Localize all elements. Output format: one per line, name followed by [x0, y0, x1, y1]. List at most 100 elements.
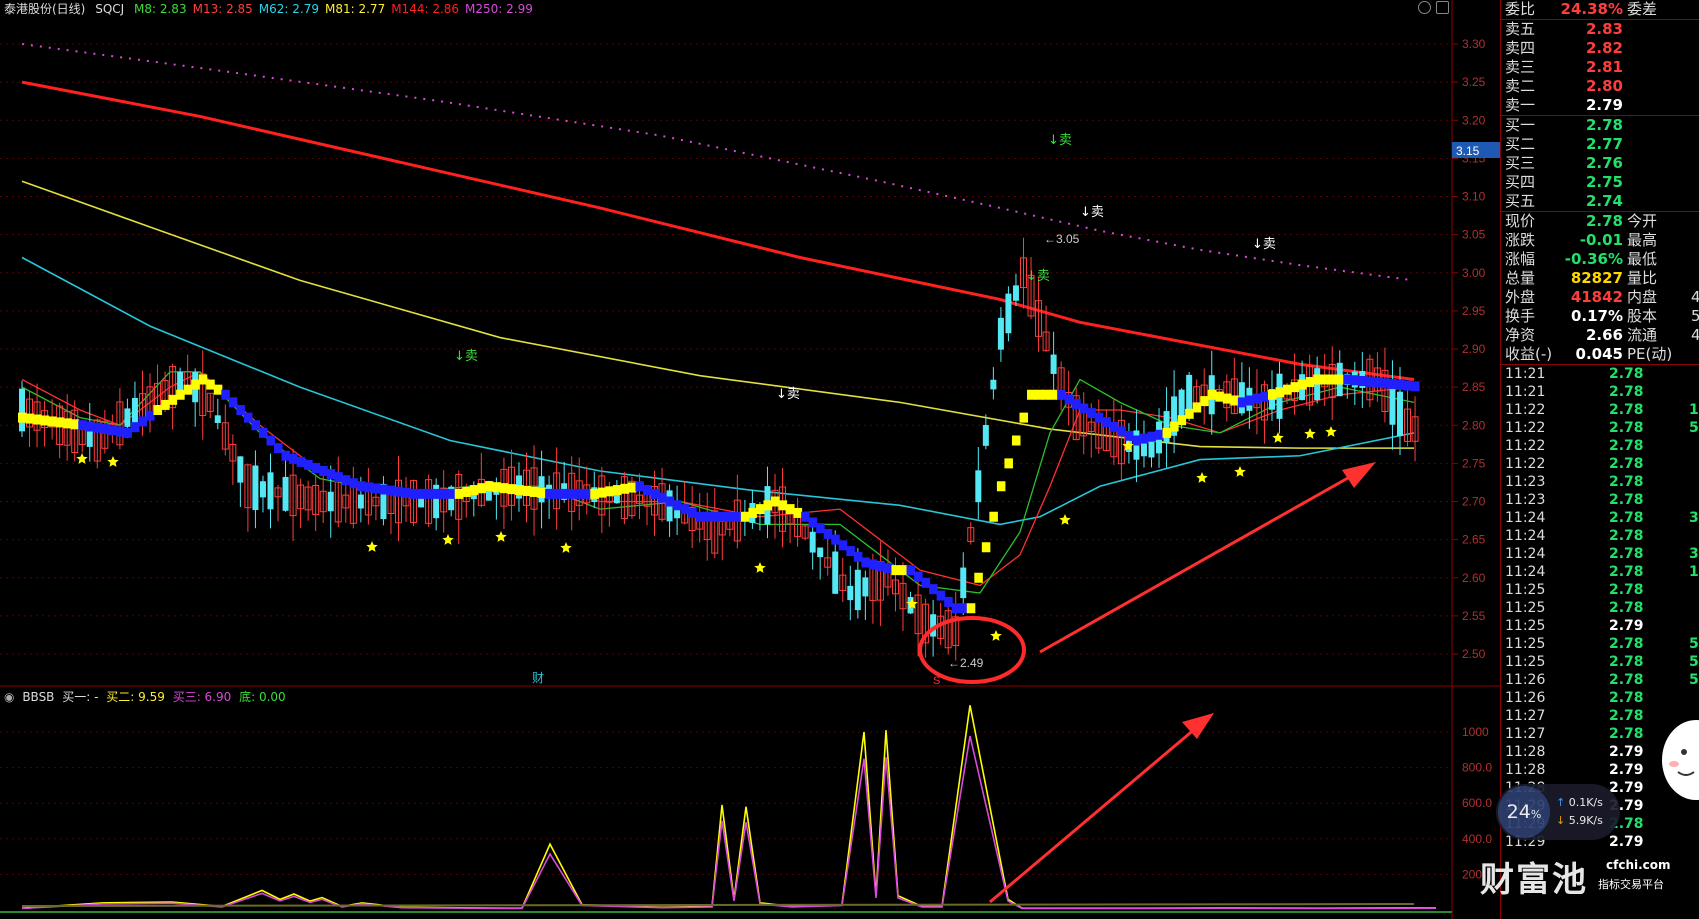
signal-band-segment: [514, 485, 524, 496]
tick-row[interactable]: 11:21 2.78: [1501, 383, 1699, 401]
signal-band-segment: [1395, 379, 1405, 390]
signal-band-segment: [1305, 377, 1315, 388]
price-axis-label: 2.75: [1462, 456, 1486, 470]
window-close-icon[interactable]: [1436, 1, 1449, 14]
kline-chart-area[interactable]: 3.30 3.25 3.20 3.15 3.10 3.05 3.00 2.95 2.90 2.85…: [0, 0, 1500, 919]
tick-row[interactable]: 11:25 2.79: [1501, 617, 1699, 635]
ask-row[interactable]: 卖二 2.80: [1501, 77, 1699, 96]
signal-band-segment: [1072, 398, 1081, 409]
signal-band-segment: [801, 511, 810, 522]
sub-indicator-name[interactable]: BBSB: [22, 690, 54, 704]
quote-fragment: 4: [1691, 288, 1699, 307]
tick-time: 11:22: [1505, 438, 1546, 454]
candle-body: [1012, 285, 1019, 301]
search-icon[interactable]: [1418, 1, 1431, 14]
level-price: 2.83: [1585, 20, 1623, 38]
ma-legend-item: M13: 2.85: [192, 2, 253, 16]
signal-band-segment: [409, 488, 419, 499]
signal-band-segment: [936, 590, 946, 601]
buy2-value: 买二: 9.59: [106, 690, 165, 704]
ask-row[interactable]: 卖一 2.79: [1501, 96, 1699, 115]
signal-band-segment: [1260, 391, 1269, 402]
ask-row[interactable]: 卖三 2.81: [1501, 58, 1699, 77]
tick-price: 2.78: [1609, 438, 1644, 454]
stock-name[interactable]: 泰港股份(日线): [4, 2, 85, 16]
ask-row[interactable]: 卖五 2.83: [1501, 20, 1699, 39]
signal-band-segment: [560, 488, 569, 499]
tick-row[interactable]: 11:25 2.78: [1501, 581, 1699, 599]
signal-band-segment: [439, 488, 449, 499]
price-axis-label: 2.70: [1462, 495, 1486, 509]
candle-body: [214, 415, 221, 423]
signal-band-segment: [63, 418, 72, 429]
tick-row[interactable]: 11:24 2.78 32: [1501, 545, 1699, 563]
tick-row[interactable]: 11:25 2.78 5: [1501, 653, 1699, 671]
tick-row[interactable]: 11:22 2.78: [1501, 437, 1699, 455]
mascot-icon: [1662, 720, 1699, 800]
bid-row[interactable]: 买四 2.75: [1501, 173, 1699, 192]
quote-row: 换手 0.17%股本 5: [1501, 307, 1699, 326]
network-speed-widget[interactable]: 24% ↑ 0.1K/s ↓ 5.9K/s: [1496, 784, 1620, 840]
kline-chart[interactable]: 3.30 3.25 3.20 3.15 3.10 3.05 3.00 2.95 2.90 2.85…: [0, 0, 1500, 919]
ask-row[interactable]: 卖四 2.82: [1501, 39, 1699, 58]
signal-band-segment: [771, 496, 780, 507]
tick-volume: 17: [1689, 564, 1699, 580]
tick-volume: 5: [1689, 420, 1699, 436]
signal-band-segment: [1380, 378, 1390, 389]
low-point-highlight-circle: [918, 616, 1026, 684]
signal-band-segment: [996, 481, 1006, 492]
tick-time: 11:25: [1505, 654, 1546, 670]
level-label: 卖一: [1505, 96, 1536, 114]
tick-row[interactable]: 11:24 2.78 17: [1501, 563, 1699, 581]
signal-band-segment: [552, 488, 562, 499]
tick-row[interactable]: 11:22 2.78: [1501, 455, 1699, 473]
price-axis-label: 3.10: [1462, 190, 1486, 204]
signal-band-segment: [1252, 393, 1262, 404]
bid-row[interactable]: 买一 2.78: [1501, 116, 1699, 135]
tick-row[interactable]: 11:22 2.78 5: [1501, 419, 1699, 437]
signal-band-segment: [951, 603, 961, 614]
trend-arrow-volume: [989, 713, 1214, 904]
signal-band-segment: [334, 472, 343, 483]
quote-value: 2.66: [1585, 326, 1623, 344]
signal-band-segment: [1011, 435, 1021, 446]
tick-price: 2.78: [1609, 492, 1644, 508]
tick-row[interactable]: 11:24 2.78: [1501, 527, 1699, 545]
tick-row[interactable]: 11:25 2.78 5: [1501, 635, 1699, 653]
tick-row[interactable]: 11:21 2.78: [1501, 365, 1699, 383]
signal-band-segment: [379, 484, 388, 495]
tick-row[interactable]: 11:25 2.78: [1501, 599, 1699, 617]
tick-row[interactable]: 11:24 2.78 32: [1501, 509, 1699, 527]
bid-row[interactable]: 买三 2.76: [1501, 154, 1699, 173]
star-marker: [76, 453, 88, 464]
signal-band-segment: [1275, 387, 1285, 398]
signal-band-segment: [838, 540, 848, 551]
star-marker: [1234, 466, 1246, 477]
tick-time: 11:28: [1505, 762, 1546, 778]
ma-legend-item: M81: 2.77: [325, 2, 386, 16]
tick-price: 2.79: [1609, 618, 1644, 634]
signal-band-segment: [386, 485, 396, 496]
level-label: 买四: [1505, 173, 1536, 191]
bid-row[interactable]: 买五 2.74: [1501, 192, 1699, 211]
signal-band-segment: [740, 511, 750, 522]
quote-label-2: 内盘: [1627, 288, 1658, 306]
signal-band-segment: [627, 482, 637, 493]
quote-label: 涨幅: [1505, 250, 1536, 268]
signal-band-segment: [1177, 415, 1187, 426]
indicator-name[interactable]: SQCJ: [95, 2, 124, 16]
tick-row[interactable]: 11:23 2.78: [1501, 473, 1699, 491]
candle-body: [1186, 374, 1193, 415]
candle-body: [1050, 354, 1057, 374]
bid-row[interactable]: 买二 2.77: [1501, 135, 1699, 154]
tick-row[interactable]: 11:22 2.78 18: [1501, 401, 1699, 419]
tick-row[interactable]: 11:23 2.78: [1501, 491, 1699, 509]
gear-icon[interactable]: ◉: [4, 690, 14, 704]
tick-row[interactable]: 11:26 2.78 5: [1501, 671, 1699, 689]
signal-band-segment: [304, 459, 313, 470]
tick-price: 2.78: [1609, 690, 1644, 706]
order-diff-label: 委差: [1627, 0, 1658, 18]
signal-band-segment: [1411, 381, 1420, 392]
star-marker: [107, 456, 119, 467]
signal-band-segment: [1079, 403, 1089, 414]
